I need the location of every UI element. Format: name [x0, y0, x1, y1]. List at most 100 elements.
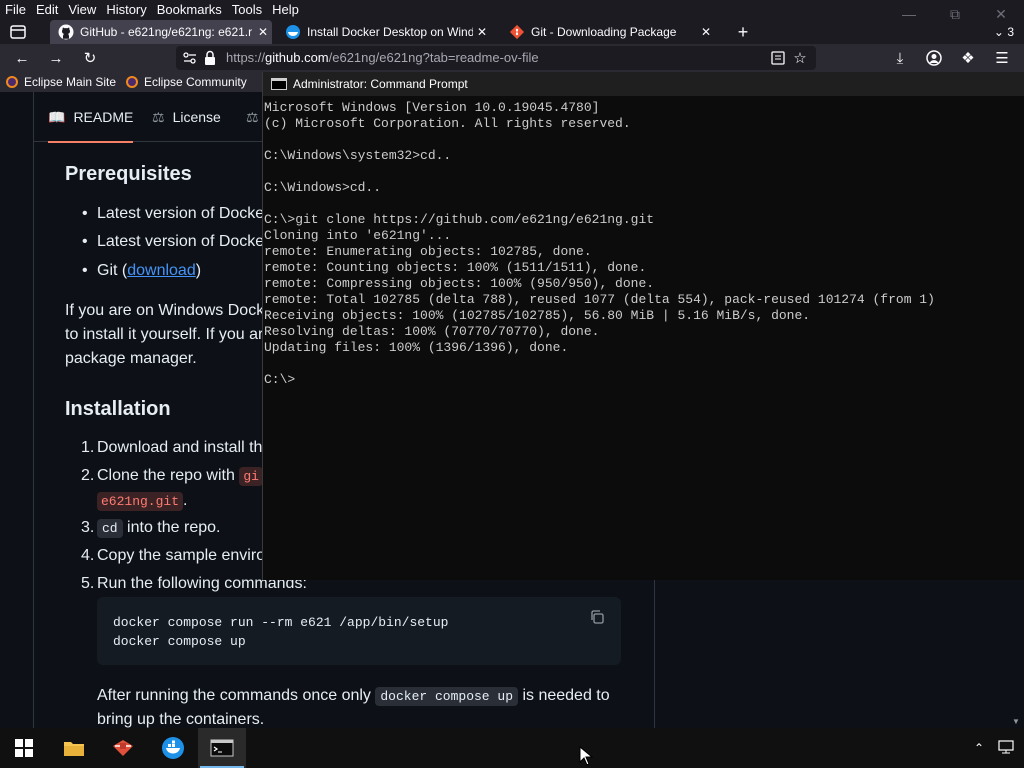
- taskbar-git-gui[interactable]: [99, 728, 147, 768]
- tab-readme[interactable]: 📖 README: [48, 92, 134, 143]
- menu-bar: File Edit View History Bookmarks Tools H…: [0, 0, 1024, 20]
- close-tab-icon[interactable]: ✕: [254, 25, 272, 39]
- bookmark-label: Eclipse Community: [144, 75, 247, 89]
- bookmark-star-icon[interactable]: ☆: [790, 48, 810, 68]
- cmd-line: [264, 356, 935, 372]
- bookmark-eclipse-main[interactable]: Eclipse Main Site: [6, 72, 116, 92]
- step-2-text: Clone the repo with: [97, 467, 240, 484]
- tab-github[interactable]: GitHub - e621ng/e621ng: e621.r ✕: [50, 20, 272, 44]
- step-3: cd into the repo.: [97, 516, 220, 541]
- inline-code: gi: [239, 467, 263, 486]
- back-icon[interactable]: ←: [12, 48, 32, 68]
- book-icon: 📖: [48, 108, 66, 125]
- taskbar-file-explorer[interactable]: [50, 728, 98, 768]
- cmd-prompt-line: C:\>: [264, 372, 296, 387]
- copy-icon[interactable]: [589, 609, 607, 627]
- after-text-1: After running the commands once only: [97, 687, 376, 704]
- step-2-period: .: [183, 492, 188, 509]
- close-tab-icon[interactable]: ✕: [473, 25, 491, 39]
- heading-installation: Installation: [65, 398, 171, 420]
- bookmark-eclipse-community[interactable]: Eclipse Community: [126, 72, 247, 92]
- tab-overflow-button[interactable]: ⌄ 3: [994, 20, 1014, 44]
- start-button[interactable]: [0, 728, 48, 768]
- step-number: 4.: [81, 547, 95, 564]
- cmd-line: Receiving objects: 100% (102785/102785),…: [264, 308, 811, 323]
- forward-icon[interactable]: →: [46, 48, 66, 68]
- heading-prerequisites: Prerequisites: [65, 163, 192, 185]
- system-tray: ⌃: [974, 728, 1014, 768]
- tab-git-download[interactable]: Git - Downloading Package ✕: [501, 20, 715, 44]
- address-bar[interactable]: https://github.com/e621ng/e621ng?tab=rea…: [176, 46, 816, 70]
- downloads-icon[interactable]: ⤓: [890, 48, 910, 68]
- cmd-title-bar[interactable]: Administrator: Command Prompt: [263, 72, 1024, 96]
- cmd-line: [264, 196, 935, 212]
- menu-tools[interactable]: Tools: [227, 0, 267, 20]
- taskbar: ⌃: [0, 728, 1024, 768]
- terminal-icon: [210, 739, 234, 757]
- reload-icon[interactable]: ↻: [80, 48, 100, 68]
- cmd-output[interactable]: Microsoft Windows [Version 10.0.19045.47…: [264, 100, 935, 388]
- close-tab-icon[interactable]: ✕: [697, 25, 715, 39]
- mouse-cursor-icon: [579, 746, 593, 766]
- cmd-line: Resolving deltas: 100% (70770/70770), do…: [264, 324, 600, 339]
- scale-icon: ⚖: [246, 108, 259, 125]
- tab-docker-install[interactable]: Install Docker Desktop on Wind ✕: [277, 20, 491, 44]
- url-scheme: https://: [226, 50, 266, 65]
- github-icon: [58, 24, 74, 40]
- menu-file[interactable]: File: [0, 0, 31, 20]
- reader-view-icon[interactable]: [768, 48, 788, 68]
- step-1: Download and install th: [97, 439, 263, 456]
- command-prompt-window[interactable]: Administrator: Command Prompt Microsoft …: [262, 72, 1024, 580]
- step-number: 5.: [81, 575, 95, 592]
- network-icon[interactable]: [998, 739, 1014, 757]
- cmd-line: Updating files: 100% (1396/1396), done.: [264, 340, 569, 355]
- lock-icon[interactable]: [204, 50, 216, 71]
- code-line: docker compose run --rm e621 /app/bin/se…: [113, 615, 449, 630]
- menu-edit[interactable]: Edit: [31, 0, 63, 20]
- git-prefix: Git (: [97, 262, 128, 279]
- taskbar-command-prompt[interactable]: [198, 728, 246, 768]
- scroll-down-icon[interactable]: ▼: [1012, 717, 1020, 726]
- taskbar-docker[interactable]: [149, 728, 197, 768]
- docker-icon: [285, 24, 301, 40]
- cmd-line: remote: Counting objects: 100% (1511/151…: [264, 260, 647, 275]
- after-commands-line: After running the commands once only doc…: [97, 684, 610, 709]
- cmd-line: Microsoft Windows [Version 10.0.19045.47…: [264, 100, 600, 115]
- menu-help[interactable]: Help: [267, 0, 304, 20]
- folder-icon: [64, 742, 84, 756]
- git-download-link[interactable]: download: [127, 262, 196, 279]
- menu-bookmarks[interactable]: Bookmarks: [152, 0, 227, 20]
- tab-label: Install Docker Desktop on Wind: [307, 25, 473, 39]
- url-host: github.com: [265, 50, 329, 65]
- tab-label: Git - Downloading Package: [531, 25, 677, 39]
- account-icon[interactable]: [924, 48, 944, 68]
- extensions-icon[interactable]: ❖: [958, 48, 978, 68]
- url-text: https://github.com/e621ng/e621ng?tab=rea…: [226, 46, 539, 70]
- paragraph-line: to install it yourself. If you ar: [65, 326, 264, 343]
- paragraph-line: If you are on Windows Dock: [65, 302, 265, 319]
- site-permissions-icon[interactable]: [182, 49, 198, 72]
- step-3-text: into the repo.: [122, 519, 221, 536]
- new-tab-icon[interactable]: +: [733, 20, 753, 44]
- inline-code: e621ng.git: [97, 492, 184, 511]
- git-gui-icon: [113, 740, 133, 756]
- tab-license[interactable]: ⚖ License: [152, 92, 221, 142]
- step-number: 3.: [81, 519, 95, 536]
- eclipse-icon: [126, 76, 138, 88]
- list-item: Latest version of Docke: [82, 230, 264, 254]
- cmd-line: remote: Compressing objects: 100% (950/9…: [264, 276, 655, 291]
- app-menu-icon[interactable]: ☰: [992, 48, 1012, 68]
- menu-view[interactable]: View: [63, 0, 101, 20]
- after-text-2: is needed to: [518, 687, 610, 704]
- cmd-title: Administrator: Command Prompt: [293, 77, 468, 91]
- scale-icon: ⚖: [152, 108, 165, 125]
- menu-history[interactable]: History: [101, 0, 151, 20]
- tab-bar: GitHub - e621ng/e621ng: e621.r ✕ Install…: [0, 20, 1024, 44]
- code-block: docker compose run --rm e621 /app/bin/se…: [97, 597, 621, 665]
- tab-list-icon[interactable]: [8, 23, 28, 41]
- tray-expand-icon[interactable]: ⌃: [974, 741, 984, 755]
- step-number: 1.: [81, 439, 95, 456]
- cmd-line: C:\>git clone https://github.com/e621ng/…: [264, 212, 655, 227]
- list-item: Latest version of Docke: [82, 202, 264, 226]
- screen: File Edit View History Bookmarks Tools H…: [0, 0, 1024, 768]
